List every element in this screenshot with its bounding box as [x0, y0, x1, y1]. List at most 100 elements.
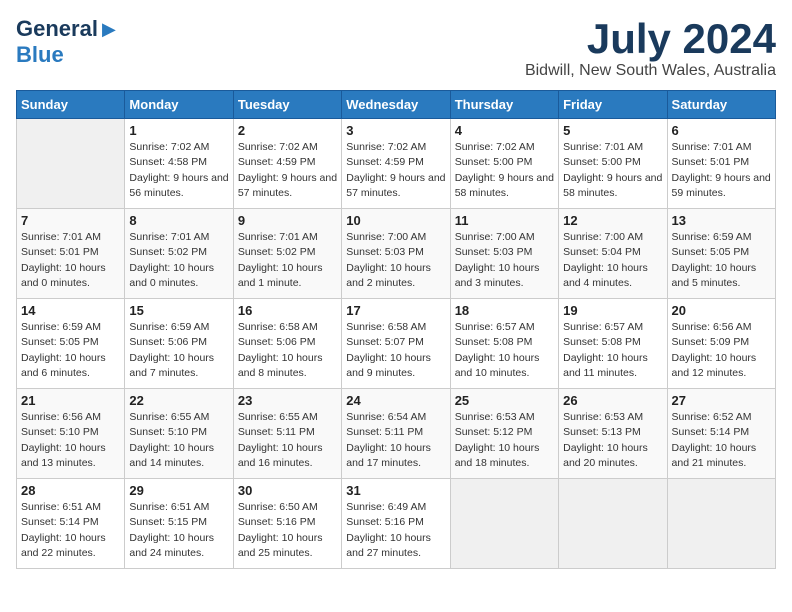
day-info: Sunrise: 7:02 AM Sunset: 5:00 PM Dayligh…	[455, 140, 554, 201]
calendar-header-row: SundayMondayTuesdayWednesdayThursdayFrid…	[17, 91, 776, 119]
day-info: Sunrise: 6:53 AM Sunset: 5:12 PM Dayligh…	[455, 410, 554, 471]
day-info: Sunrise: 7:00 AM Sunset: 5:04 PM Dayligh…	[563, 230, 662, 291]
day-number: 30	[238, 483, 337, 498]
day-number: 31	[346, 483, 445, 498]
day-info: Sunrise: 7:01 AM Sunset: 5:02 PM Dayligh…	[238, 230, 337, 291]
calendar-cell: 3Sunrise: 7:02 AM Sunset: 4:59 PM Daylig…	[342, 119, 450, 209]
day-number: 23	[238, 393, 337, 408]
day-number: 17	[346, 303, 445, 318]
calendar-cell: 31 Sunrise: 6:49 AM Sunset: 5:16 PM Dayli…	[342, 479, 450, 569]
calendar-cell: 2Sunrise: 7:02 AM Sunset: 4:59 PM Daylig…	[233, 119, 341, 209]
day-info: Sunrise: 6:50 AM Sunset: 5:16 PM Dayligh…	[238, 500, 337, 561]
calendar-cell: 19Sunrise: 6:57 AM Sunset: 5:08 PM Dayli…	[559, 299, 667, 389]
day-number: 1	[129, 123, 228, 138]
header-day-tuesday: Tuesday	[233, 91, 341, 119]
calendar-body: 1 Sunrise: 7:02 AM Sunset: 4:58 PM Daylig…	[17, 119, 776, 569]
day-number: 5	[563, 123, 662, 138]
day-info: Sunrise: 6:55 AM Sunset: 5:10 PM Dayligh…	[129, 410, 228, 471]
logo-bird-icon: ▶	[102, 19, 116, 40]
calendar-cell	[559, 479, 667, 569]
calendar-week-3: 14 Sunrise: 6:59 AM Sunset: 5:05 PM Dayli…	[17, 299, 776, 389]
calendar-cell: 15 Sunrise: 6:59 AM Sunset: 5:06 PM Dayli…	[125, 299, 233, 389]
day-info: Sunrise: 6:49 AM Sunset: 5:16 PM Dayligh…	[346, 500, 445, 561]
day-number: 28	[21, 483, 120, 498]
calendar-cell: 30 Sunrise: 6:50 AM Sunset: 5:16 PM Dayli…	[233, 479, 341, 569]
day-info: Sunrise: 6:55 AM Sunset: 5:11 PM Dayligh…	[238, 410, 337, 471]
calendar-cell: 11 Sunrise: 7:00 AM Sunset: 5:03 PM Dayli…	[450, 209, 558, 299]
calendar-cell: 12 Sunrise: 7:00 AM Sunset: 5:04 PM Dayli…	[559, 209, 667, 299]
day-info: Sunrise: 7:01 AM Sunset: 5:02 PM Dayligh…	[129, 230, 228, 291]
day-number: 12	[563, 213, 662, 228]
day-info: Sunrise: 7:02 AM Sunset: 4:58 PM Dayligh…	[129, 140, 228, 201]
calendar-cell: 8 Sunrise: 7:01 AM Sunset: 5:02 PM Daylig…	[125, 209, 233, 299]
day-info: Sunrise: 6:56 AM Sunset: 5:10 PM Dayligh…	[21, 410, 120, 471]
day-number: 18	[455, 303, 554, 318]
calendar-cell: 1 Sunrise: 7:02 AM Sunset: 4:58 PM Daylig…	[125, 119, 233, 209]
calendar-cell: 10 Sunrise: 7:00 AM Sunset: 5:03 PM Dayli…	[342, 209, 450, 299]
day-number: 7	[21, 213, 120, 228]
day-number: 26	[563, 393, 662, 408]
day-info: Sunrise: 6:58 AM Sunset: 5:06 PM Dayligh…	[238, 320, 337, 381]
logo-general-text: General	[16, 16, 98, 42]
calendar-cell: 24Sunrise: 6:54 AM Sunset: 5:11 PM Dayli…	[342, 389, 450, 479]
month-title: July 2024	[525, 16, 776, 62]
header-day-friday: Friday	[559, 91, 667, 119]
day-info: Sunrise: 6:57 AM Sunset: 5:08 PM Dayligh…	[563, 320, 662, 381]
calendar-cell	[667, 479, 775, 569]
calendar-cell: 16 Sunrise: 6:58 AM Sunset: 5:06 PM Dayli…	[233, 299, 341, 389]
header-day-monday: Monday	[125, 91, 233, 119]
calendar-week-1: 1 Sunrise: 7:02 AM Sunset: 4:58 PM Daylig…	[17, 119, 776, 209]
day-number: 2	[238, 123, 337, 138]
day-number: 25	[455, 393, 554, 408]
location-title: Bidwill, New South Wales, Australia	[525, 62, 776, 80]
header-day-sunday: Sunday	[17, 91, 125, 119]
calendar-cell: 28 Sunrise: 6:51 AM Sunset: 5:14 PM Dayli…	[17, 479, 125, 569]
day-info: Sunrise: 7:00 AM Sunset: 5:03 PM Dayligh…	[346, 230, 445, 291]
calendar-cell: 26 Sunrise: 6:53 AM Sunset: 5:13 PM Dayli…	[559, 389, 667, 479]
calendar-cell: 23 Sunrise: 6:55 AM Sunset: 5:11 PM Dayli…	[233, 389, 341, 479]
calendar-cell: 9 Sunrise: 7:01 AM Sunset: 5:02 PM Daylig…	[233, 209, 341, 299]
day-number: 20	[672, 303, 771, 318]
day-number: 16	[238, 303, 337, 318]
calendar-cell: 13 Sunrise: 6:59 AM Sunset: 5:05 PM Dayli…	[667, 209, 775, 299]
day-number: 10	[346, 213, 445, 228]
day-number: 8	[129, 213, 228, 228]
day-info: Sunrise: 6:59 AM Sunset: 5:05 PM Dayligh…	[21, 320, 120, 381]
calendar-cell: 25 Sunrise: 6:53 AM Sunset: 5:12 PM Dayli…	[450, 389, 558, 479]
day-info: Sunrise: 6:57 AM Sunset: 5:08 PM Dayligh…	[455, 320, 554, 381]
calendar-cell: 17 Sunrise: 6:58 AM Sunset: 5:07 PM Dayli…	[342, 299, 450, 389]
calendar-cell	[450, 479, 558, 569]
day-number: 11	[455, 213, 554, 228]
day-number: 3	[346, 123, 445, 138]
calendar-cell: 18 Sunrise: 6:57 AM Sunset: 5:08 PM Dayli…	[450, 299, 558, 389]
day-info: Sunrise: 6:59 AM Sunset: 5:06 PM Dayligh…	[129, 320, 228, 381]
day-info: Sunrise: 7:01 AM Sunset: 5:01 PM Dayligh…	[672, 140, 771, 201]
day-info: Sunrise: 6:53 AM Sunset: 5:13 PM Dayligh…	[563, 410, 662, 471]
day-number: 21	[21, 393, 120, 408]
day-info: Sunrise: 6:56 AM Sunset: 5:09 PM Dayligh…	[672, 320, 771, 381]
day-info: Sunrise: 6:51 AM Sunset: 5:15 PM Dayligh…	[129, 500, 228, 561]
calendar-cell: 20 Sunrise: 6:56 AM Sunset: 5:09 PM Dayli…	[667, 299, 775, 389]
calendar-table: SundayMondayTuesdayWednesdayThursdayFrid…	[16, 90, 776, 569]
calendar-cell: 4Sunrise: 7:02 AM Sunset: 5:00 PM Daylig…	[450, 119, 558, 209]
calendar-week-2: 7Sunrise: 7:01 AM Sunset: 5:01 PM Daylig…	[17, 209, 776, 299]
day-number: 15	[129, 303, 228, 318]
calendar-cell: 14 Sunrise: 6:59 AM Sunset: 5:05 PM Dayli…	[17, 299, 125, 389]
day-info: Sunrise: 6:54 AM Sunset: 5:11 PM Dayligh…	[346, 410, 445, 471]
header-day-wednesday: Wednesday	[342, 91, 450, 119]
day-info: Sunrise: 6:59 AM Sunset: 5:05 PM Dayligh…	[672, 230, 771, 291]
logo-blue-text: Blue	[16, 42, 64, 67]
day-number: 14	[21, 303, 120, 318]
calendar-cell: 29Sunrise: 6:51 AM Sunset: 5:15 PM Dayli…	[125, 479, 233, 569]
calendar-week-4: 21 Sunrise: 6:56 AM Sunset: 5:10 PM Dayli…	[17, 389, 776, 479]
day-info: Sunrise: 6:51 AM Sunset: 5:14 PM Dayligh…	[21, 500, 120, 561]
day-info: Sunrise: 7:00 AM Sunset: 5:03 PM Dayligh…	[455, 230, 554, 291]
calendar-cell: 5Sunrise: 7:01 AM Sunset: 5:00 PM Daylig…	[559, 119, 667, 209]
day-info: Sunrise: 6:58 AM Sunset: 5:07 PM Dayligh…	[346, 320, 445, 381]
header-day-thursday: Thursday	[450, 91, 558, 119]
calendar-cell: 27Sunrise: 6:52 AM Sunset: 5:14 PM Dayli…	[667, 389, 775, 479]
day-number: 22	[129, 393, 228, 408]
day-number: 9	[238, 213, 337, 228]
day-number: 13	[672, 213, 771, 228]
page-header: General ▶ Blue July 2024 Bidwill, New So…	[16, 16, 776, 80]
